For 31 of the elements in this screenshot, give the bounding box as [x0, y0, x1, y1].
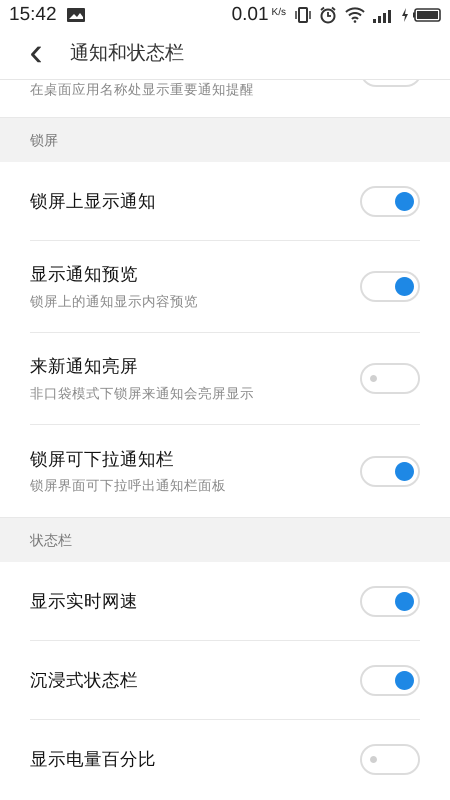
wifi-icon: [345, 7, 365, 23]
toggle-switch[interactable]: [360, 271, 420, 302]
battery-icon: [413, 8, 441, 22]
setting-description: 非口袋模式下锁屏来通知会亮屏显示: [30, 384, 255, 402]
setting-title: 锁屏上显示通知: [30, 190, 157, 213]
toggle-switch[interactable]: [360, 456, 420, 486]
setting-title: 显示电量百分比: [30, 748, 157, 772]
section-header: 状态栏: [30, 530, 72, 550]
setting-description: 锁屏界面可下拉呼出通知栏面板: [30, 477, 227, 495]
setting-title: 来新通知亮屏: [30, 355, 139, 378]
setting-title: 沉浸式状态栏: [30, 668, 139, 692]
setting-description: 锁屏上的通知显示内容预览: [30, 292, 199, 310]
status-time: 15:42: [9, 2, 57, 27]
image-icon: [66, 8, 85, 22]
page-title: 通知和状态栏: [70, 42, 184, 66]
alarm-icon: [319, 6, 337, 24]
back-button[interactable]: ‹: [24, 32, 48, 72]
toggle-switch[interactable]: [360, 586, 420, 616]
toggle-switch[interactable]: [360, 744, 420, 775]
setting-title: 显示实时网速: [30, 590, 139, 613]
toggle-switch[interactable]: [360, 363, 420, 394]
charging-icon: [401, 8, 409, 22]
speed-unit: K/s: [272, 6, 286, 20]
network-speed: 0.01: [232, 2, 269, 27]
setting-title: 锁屏可下拉通知栏: [30, 448, 175, 471]
toggle-switch[interactable]: [360, 186, 420, 216]
section-header: 锁屏: [30, 130, 58, 150]
setting-title: 显示通知预览: [30, 263, 139, 286]
toggle-switch[interactable]: [360, 664, 420, 696]
setting-description: 在桌面应用名称处显示重要通知提醒: [30, 81, 255, 99]
vibrate-icon: [295, 7, 311, 23]
